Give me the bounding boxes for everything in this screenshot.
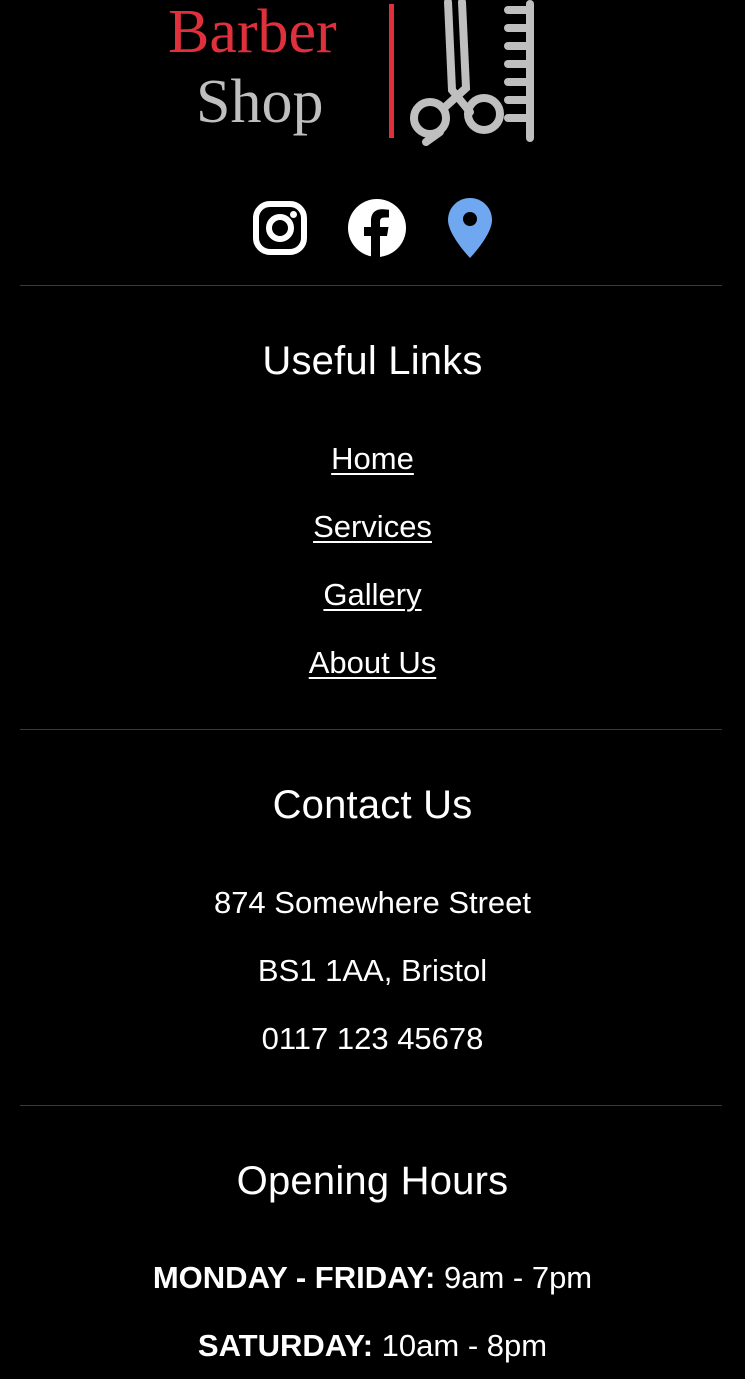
opening-hours-heading: Opening Hours — [236, 1159, 509, 1203]
nav-link-about-row: About Us — [0, 643, 745, 683]
facebook-link[interactable] — [347, 198, 407, 258]
hours-row-weekdays: MONDAY - FRIDAY: 9am - 7pm — [0, 1258, 745, 1298]
nav-link-home-row: Home — [0, 439, 745, 479]
nav-link-services[interactable]: Services — [313, 509, 432, 544]
phone-number: 0117 123 45678 — [261, 1021, 484, 1056]
nav-link-about-us[interactable]: About Us — [309, 645, 437, 680]
hours-time: 10am - 8pm — [381, 1328, 548, 1363]
map-pin-icon — [447, 198, 492, 258]
useful-links-heading: Useful Links — [262, 339, 483, 383]
nav-link-gallery-row: Gallery — [0, 575, 745, 615]
hours-days-label: MONDAY - FRIDAY: — [152, 1260, 436, 1295]
nav-link-home[interactable]: Home — [331, 441, 414, 476]
social-links — [0, 196, 745, 260]
instagram-icon — [252, 201, 307, 255]
logo-word-shop: Shop — [196, 68, 323, 136]
hours-days-label: SATURDAY: — [197, 1328, 374, 1363]
contact-us-heading: Contact Us — [272, 783, 473, 827]
section-divider — [20, 1105, 722, 1106]
nav-link-gallery[interactable]: Gallery — [323, 577, 421, 612]
logo-divider — [389, 4, 394, 138]
footer-page: Barber Shop Useful Links Home Services G… — [0, 0, 745, 1379]
logo-word-barber: Barber — [168, 0, 337, 66]
scissors-comb-icon — [410, 0, 534, 146]
hours-row-saturday: SATURDAY: 10am - 8pm — [0, 1326, 745, 1366]
address-line-1: 874 Somewhere Street — [213, 885, 532, 920]
location-link[interactable] — [447, 197, 493, 259]
section-divider — [20, 285, 722, 286]
section-divider — [20, 729, 722, 730]
nav-link-services-row: Services — [0, 507, 745, 547]
instagram-link[interactable] — [252, 201, 307, 255]
barber-shop-logo[interactable]: Barber Shop — [0, 0, 745, 150]
address-line-2: BS1 1AA, Bristol — [257, 953, 488, 988]
facebook-icon — [347, 199, 406, 258]
logo-graphic: Barber Shop — [168, 0, 534, 146]
hours-time: 9am - 7pm — [443, 1260, 593, 1295]
